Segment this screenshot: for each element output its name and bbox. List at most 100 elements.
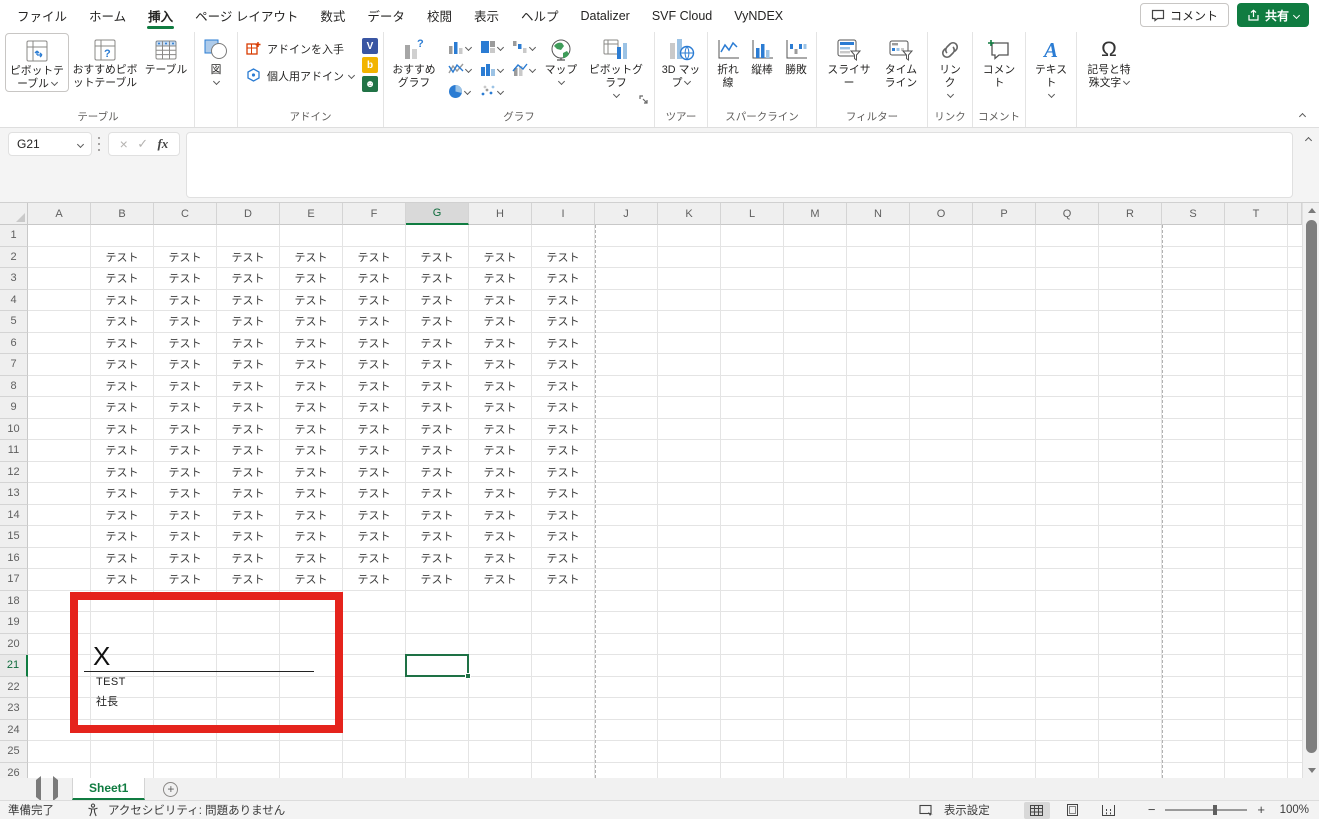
row-header-11[interactable]: 11	[0, 440, 28, 462]
cell-B26[interactable]	[91, 763, 154, 779]
cell-G23[interactable]	[406, 698, 469, 720]
cell-L6[interactable]	[721, 333, 784, 355]
cell-Q10[interactable]	[1036, 419, 1099, 441]
tab-Datalizer[interactable]: Datalizer	[569, 2, 640, 29]
column-header-C[interactable]: C	[154, 203, 217, 225]
row-header-13[interactable]: 13	[0, 483, 28, 505]
cell-P21[interactable]	[973, 655, 1036, 677]
cell-L11[interactable]	[721, 440, 784, 462]
row-header-2[interactable]: 2	[0, 247, 28, 269]
cell-P5[interactable]	[973, 311, 1036, 333]
cell-E7[interactable]: テスト	[280, 354, 343, 376]
cell-P24[interactable]	[973, 720, 1036, 742]
cell-T7[interactable]	[1225, 354, 1288, 376]
cell-P26[interactable]	[973, 763, 1036, 779]
column-header-I[interactable]: I	[532, 203, 595, 225]
cell-R3[interactable]	[1099, 268, 1162, 290]
cell-F17[interactable]: テスト	[343, 569, 406, 591]
cell-M24[interactable]	[784, 720, 847, 742]
cell-O20[interactable]	[910, 634, 973, 656]
cell-N15[interactable]	[847, 526, 910, 548]
cell-G17[interactable]: テスト	[406, 569, 469, 591]
cell-R22[interactable]	[1099, 677, 1162, 699]
cell-K12[interactable]	[658, 462, 721, 484]
cell-F21[interactable]	[343, 655, 406, 677]
row-header-25[interactable]: 25	[0, 741, 28, 763]
cell-E5[interactable]: テスト	[280, 311, 343, 333]
tab-ヘルプ[interactable]: ヘルプ	[510, 0, 570, 31]
cell-P1[interactable]	[973, 225, 1036, 247]
sparkline-line-button[interactable]: 折れ線	[711, 33, 745, 90]
cell-M15[interactable]	[784, 526, 847, 548]
cell-T12[interactable]	[1225, 462, 1288, 484]
row-header-21[interactable]: 21	[0, 655, 28, 677]
name-box[interactable]: G21	[8, 132, 92, 156]
cell-Q8[interactable]	[1036, 376, 1099, 398]
cell-Q3[interactable]	[1036, 268, 1099, 290]
cell-N11[interactable]	[847, 440, 910, 462]
cell-N14[interactable]	[847, 505, 910, 527]
cell-T1[interactable]	[1225, 225, 1288, 247]
column-header-Q[interactable]: Q	[1036, 203, 1099, 225]
cell-K9[interactable]	[658, 397, 721, 419]
cell-E14[interactable]: テスト	[280, 505, 343, 527]
row-header-16[interactable]: 16	[0, 548, 28, 570]
cell-J6[interactable]	[595, 333, 658, 355]
row-header-10[interactable]: 10	[0, 419, 28, 441]
cell-J23[interactable]	[595, 698, 658, 720]
cell-G3[interactable]: テスト	[406, 268, 469, 290]
cell-M4[interactable]	[784, 290, 847, 312]
cell-A6[interactable]	[28, 333, 91, 355]
cell-S7[interactable]	[1162, 354, 1225, 376]
cell-T5[interactable]	[1225, 311, 1288, 333]
cell-E3[interactable]: テスト	[280, 268, 343, 290]
cell-F6[interactable]: テスト	[343, 333, 406, 355]
cell-K6[interactable]	[658, 333, 721, 355]
cell-S26[interactable]	[1162, 763, 1225, 779]
cell-N12[interactable]	[847, 462, 910, 484]
cell-O16[interactable]	[910, 548, 973, 570]
cell-I21[interactable]	[532, 655, 595, 677]
cell-L24[interactable]	[721, 720, 784, 742]
cancel-icon[interactable]: ×	[120, 136, 128, 152]
cell-D11[interactable]: テスト	[217, 440, 280, 462]
cell-B13[interactable]: テスト	[91, 483, 154, 505]
cell-J16[interactable]	[595, 548, 658, 570]
cell-K1[interactable]	[658, 225, 721, 247]
link-button[interactable]: リンク	[931, 33, 969, 103]
column-header-H[interactable]: H	[469, 203, 532, 225]
cell-T18[interactable]	[1225, 591, 1288, 613]
cell-T19[interactable]	[1225, 612, 1288, 634]
people-graph-addin-icon[interactable]: ☻	[362, 76, 378, 92]
cell-L23[interactable]	[721, 698, 784, 720]
column-header-B[interactable]: B	[91, 203, 154, 225]
page-layout-view-button[interactable]	[1060, 802, 1086, 819]
cell-O13[interactable]	[910, 483, 973, 505]
cell-R4[interactable]	[1099, 290, 1162, 312]
cell-C13[interactable]: テスト	[154, 483, 217, 505]
cell-O3[interactable]	[910, 268, 973, 290]
row-header-9[interactable]: 9	[0, 397, 28, 419]
cell-R12[interactable]	[1099, 462, 1162, 484]
cell-Q23[interactable]	[1036, 698, 1099, 720]
cell-A4[interactable]	[28, 290, 91, 312]
cell-D17[interactable]: テスト	[217, 569, 280, 591]
cell-Q12[interactable]	[1036, 462, 1099, 484]
cell-D25[interactable]	[217, 741, 280, 763]
cell-B6[interactable]: テスト	[91, 333, 154, 355]
cell-O6[interactable]	[910, 333, 973, 355]
cell-Q6[interactable]	[1036, 333, 1099, 355]
cell-Q24[interactable]	[1036, 720, 1099, 742]
cell-N2[interactable]	[847, 247, 910, 269]
cell-C6[interactable]: テスト	[154, 333, 217, 355]
pivot-table-button[interactable]: ピボットテーブル	[5, 33, 69, 92]
sparkline-column-button[interactable]: 縦棒	[745, 33, 779, 77]
cell-O26[interactable]	[910, 763, 973, 779]
cell-G4[interactable]: テスト	[406, 290, 469, 312]
cell-F18[interactable]	[343, 591, 406, 613]
cell-R6[interactable]	[1099, 333, 1162, 355]
cell-K5[interactable]	[658, 311, 721, 333]
cell-Q21[interactable]	[1036, 655, 1099, 677]
line-chart-button[interactable]	[443, 58, 475, 80]
cell-N24[interactable]	[847, 720, 910, 742]
